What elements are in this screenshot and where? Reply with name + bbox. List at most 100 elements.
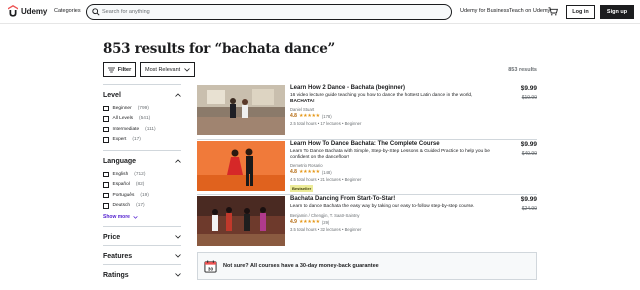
- course-original-price: $19.99: [521, 95, 537, 101]
- course-description-line: Learn To Dance Bachata with Simple, Step…: [290, 149, 490, 154]
- option-count: (82): [135, 182, 145, 188]
- show-more-link[interactable]: Show more: [103, 211, 181, 223]
- course-card[interactable]: Learn How 2 Dance - Bachata (beginner) 1…: [197, 85, 537, 137]
- rating-value: 4.8: [290, 169, 297, 175]
- course-description-line: 16 video lecture guide teaching you how …: [290, 93, 473, 98]
- option-label: Intermediate: [112, 126, 140, 132]
- course-meta: 4.5 total hours • 21 lectures • Beginner: [290, 177, 362, 182]
- checkbox[interactable]: [103, 182, 109, 188]
- chevron-down-icon: [175, 273, 181, 277]
- chevron-down-icon: [184, 67, 190, 72]
- level-option-intermediate[interactable]: Intermediate (111): [103, 124, 181, 135]
- course-rating: 4.8 ★★★★★ (178): [290, 113, 332, 119]
- course-description: Learn to dance Bachata the easy way by t…: [290, 204, 475, 209]
- course-title[interactable]: Bachata Dancing From Start-To-Star!: [290, 196, 395, 202]
- course-title[interactable]: Learn How 2 Dance - Bachata (beginner): [290, 85, 405, 91]
- sort-label: Most Relevant: [145, 66, 181, 73]
- sort-dropdown[interactable]: Most Relevant: [140, 62, 195, 77]
- svg-text:30: 30: [208, 266, 214, 271]
- option-count: (17): [132, 137, 141, 143]
- course-original-price: $24.99: [521, 206, 537, 212]
- language-option-espanol[interactable]: Español (82): [103, 180, 181, 191]
- checkbox[interactable]: [103, 192, 109, 198]
- option-label: English: [112, 171, 129, 177]
- course-thumbnail[interactable]: [197, 196, 285, 246]
- features-header[interactable]: Features: [103, 246, 181, 264]
- checkbox[interactable]: [103, 171, 109, 177]
- course-price: $9.99: [520, 85, 537, 92]
- udemy-logo[interactable]: Udemy: [8, 5, 47, 17]
- login-button[interactable]: Log in: [566, 5, 595, 19]
- course-original-price: $49.99: [521, 151, 537, 157]
- review-count: (178): [321, 113, 332, 119]
- option-count: (712): [134, 171, 146, 177]
- course-card[interactable]: Bachata Dancing From Start-To-Star! Lear…: [197, 196, 537, 248]
- results-count: 853 results: [508, 67, 537, 73]
- checkbox[interactable]: [103, 116, 109, 122]
- language-section: Language English (712) Español (82) Portug…: [103, 150, 181, 223]
- ratings-header[interactable]: Ratings: [103, 265, 181, 283]
- option-count: (19): [140, 192, 149, 198]
- search-icon[interactable]: [92, 8, 100, 16]
- level-header[interactable]: Level: [103, 85, 181, 103]
- rating-value: 4.8: [290, 113, 297, 119]
- course-thumbnail[interactable]: [197, 141, 285, 191]
- level-option-expert[interactable]: Expert (17): [103, 135, 181, 146]
- star-rating-icon: ★★★★★: [298, 219, 320, 225]
- course-meta: 2.5 total hours • 17 lectures • Beginner: [290, 121, 362, 126]
- price-header[interactable]: Price: [103, 227, 181, 245]
- course-author: Daniel Stuart: [290, 107, 315, 112]
- rating-value: 4.9: [290, 219, 297, 225]
- cart-icon[interactable]: [548, 7, 558, 16]
- chevron-up-icon: [175, 93, 181, 97]
- calendar-30-icon: 30: [204, 259, 217, 273]
- checkbox[interactable]: [103, 137, 109, 143]
- udemy-for-business-link[interactable]: Udemy for Business: [460, 8, 509, 14]
- filter-button[interactable]: Filter: [103, 62, 136, 77]
- logo-text: Udemy: [21, 6, 48, 16]
- course-price: $9.99: [520, 141, 537, 148]
- udemy-logo-icon: [8, 5, 18, 17]
- option-count: (111): [145, 126, 156, 132]
- checkbox[interactable]: [103, 105, 109, 111]
- option-label: All Levels: [112, 116, 134, 122]
- star-rating-icon: ★★★★★: [298, 169, 320, 175]
- level-section: Level Beginner (799) All Levels (541) Inte…: [103, 84, 181, 145]
- option-count: (541): [139, 116, 151, 122]
- chevron-up-icon: [175, 159, 181, 163]
- level-option-beginner[interactable]: Beginner (799): [103, 103, 181, 114]
- option-label: Expert: [112, 137, 127, 143]
- level-option-all-levels[interactable]: All Levels (541): [103, 114, 181, 125]
- features-title: Features: [103, 252, 133, 260]
- top-nav: Udemy Categories Udemy for Business Teac…: [0, 0, 640, 24]
- language-header[interactable]: Language: [103, 151, 181, 169]
- divider: [197, 194, 537, 195]
- chevron-down-icon: [175, 235, 181, 239]
- filter-icon: [107, 67, 115, 72]
- search-input[interactable]: [102, 6, 442, 18]
- course-rating: 4.9 ★★★★★ (29): [290, 219, 329, 225]
- checkbox[interactable]: [103, 126, 109, 132]
- course-thumbnail[interactable]: [197, 85, 285, 135]
- course-rating: 4.8 ★★★★★ (148): [290, 169, 332, 175]
- star-rating-icon: ★★★★★: [298, 113, 320, 119]
- price-section: Price: [103, 226, 181, 245]
- search-bar: [86, 4, 452, 20]
- ratings-section: Ratings: [103, 264, 181, 283]
- bestseller-badge: Bestseller: [290, 185, 314, 192]
- chevron-down-icon: [175, 254, 181, 258]
- course-title[interactable]: Learn How To Dance Bachata: The Complete…: [290, 141, 440, 147]
- show-more-label: Show more: [103, 214, 130, 220]
- review-count: (29): [321, 219, 330, 225]
- language-option-portugues[interactable]: Português (19): [103, 190, 181, 201]
- signup-button[interactable]: Sign up: [600, 5, 634, 19]
- checkbox[interactable]: [103, 203, 109, 209]
- teach-on-udemy-link[interactable]: Teach on Udemy: [509, 8, 550, 14]
- option-label: Español: [112, 182, 130, 188]
- guarantee-text: Not sure? All courses have a 30-day mone…: [223, 263, 379, 269]
- course-card[interactable]: Learn How To Dance Bachata: The Complete…: [197, 141, 537, 193]
- language-option-english[interactable]: English (712): [103, 169, 181, 180]
- categories-link[interactable]: Categories: [54, 8, 81, 14]
- language-option-deutsch[interactable]: Deutsch (17): [103, 201, 181, 212]
- option-label: Deutsch: [112, 203, 131, 209]
